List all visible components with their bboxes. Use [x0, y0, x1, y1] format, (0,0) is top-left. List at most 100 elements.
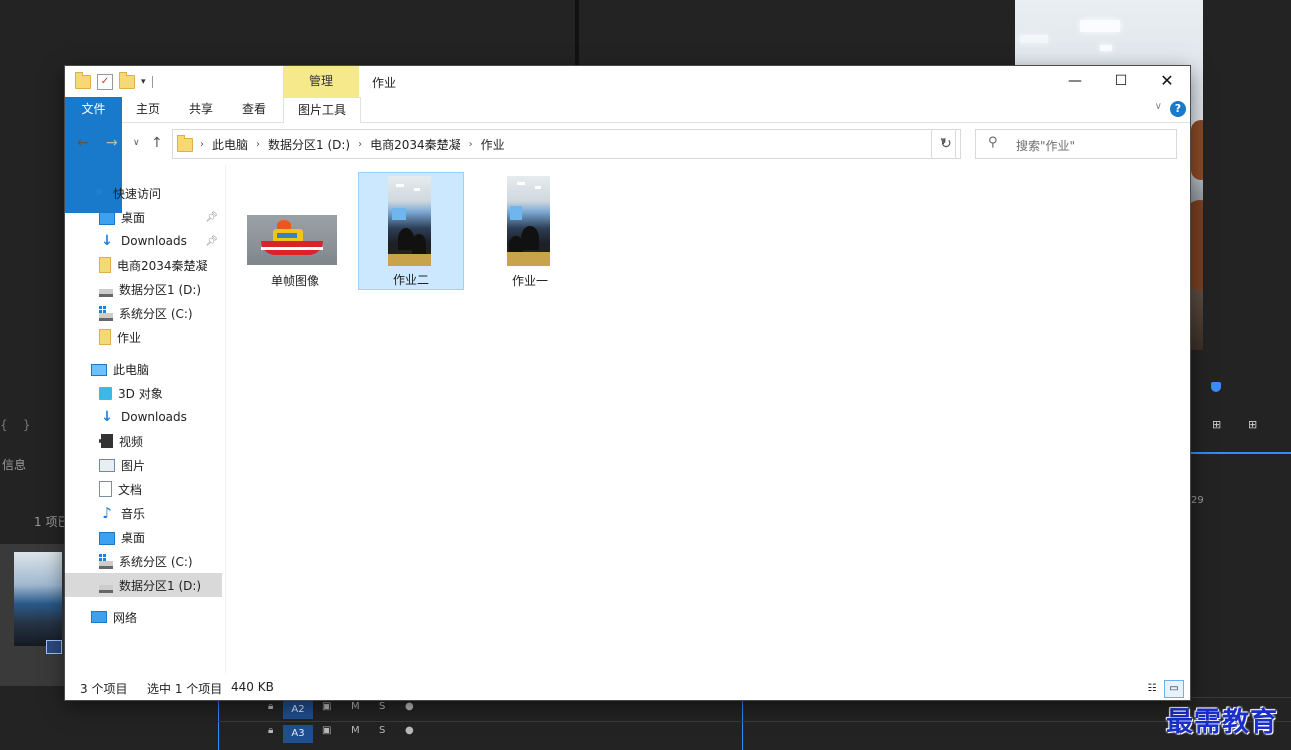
address-bar[interactable]: › 此电脑 › 数据分区1 (D:) › 电商2034秦楚凝 › 作业 ∨: [172, 129, 956, 159]
playhead-marker[interactable]: [1211, 382, 1221, 392]
project-clip-thumbnail[interactable]: [0, 544, 66, 686]
mic-icon[interactable]: ●: [405, 725, 414, 736]
forward-arrow-icon[interactable]: →: [106, 135, 118, 151]
mic-icon[interactable]: ●: [405, 701, 414, 712]
recent-locations-chevron-icon[interactable]: ∨: [133, 138, 140, 148]
computer-icon: [91, 363, 107, 376]
status-bar: 3 个项目 选中 1 个项目 440 KB ☷ ▭: [65, 673, 1190, 700]
breadcrumb-this-pc[interactable]: 此电脑: [205, 136, 255, 153]
quick-access-toolbar: ✓ ▾: [75, 72, 153, 90]
extract-icon[interactable]: ⊞: [1248, 418, 1268, 432]
sidebar-item-downloads[interactable]: ↓ Downloads 📌︎: [65, 229, 222, 253]
mute-button[interactable]: M: [351, 725, 360, 736]
sidebar-item-videos[interactable]: 视频: [65, 429, 222, 453]
sidebar-item-drive-d[interactable]: 数据分区1 (D:): [65, 277, 222, 301]
large-icons-view-icon[interactable]: ▭: [1164, 680, 1184, 698]
editor-brace-icons: { }: [0, 418, 31, 432]
sidebar-item-pc-drive-d[interactable]: 数据分区1 (D:): [65, 573, 222, 597]
file-name: 单帧图像: [270, 274, 319, 288]
item-count: 3 个项目: [80, 682, 128, 696]
properties-icon[interactable]: ✓: [97, 74, 113, 90]
tab-home[interactable]: 主页: [122, 97, 174, 121]
sidebar-item-homework[interactable]: 作业: [65, 325, 222, 349]
star-icon: ★: [93, 185, 105, 200]
refresh-button[interactable]: ↻: [931, 129, 961, 159]
download-icon: ↓: [101, 233, 113, 249]
sidebar-item-this-pc[interactable]: 此电脑: [65, 357, 248, 381]
folder-icon: [99, 329, 111, 345]
system-drive-icon: [99, 554, 113, 569]
file-name: 作业一: [511, 274, 548, 288]
folder-icon: [99, 257, 111, 273]
sidebar-item-pictures[interactable]: 图片: [65, 453, 222, 477]
sidebar-item-desktop[interactable]: 桌面 📌︎: [65, 205, 222, 229]
pin-icon[interactable]: 📌︎: [205, 212, 218, 223]
sidebar-item-user-folder[interactable]: 电商2034秦楚凝: [65, 253, 222, 277]
tab-share[interactable]: 共享: [175, 97, 227, 121]
up-arrow-icon[interactable]: ↑: [151, 135, 163, 151]
file-name: 作业二: [392, 273, 429, 287]
file-item-single-frame[interactable]: 单帧图像: [242, 173, 348, 291]
folder-icon: [75, 72, 91, 89]
manage-context-tab[interactable]: 管理: [283, 66, 359, 97]
3d-objects-icon: [99, 386, 112, 400]
desktop-icon: [99, 531, 115, 545]
breadcrumb: › 此电脑 › 数据分区1 (D:) › 电商2034秦楚凝 › 作业: [177, 134, 512, 153]
sidebar-item-3d-objects[interactable]: 3D 对象: [65, 381, 222, 405]
editor-panel-divider: [575, 0, 579, 66]
search-placeholder: 搜索"作业": [1016, 139, 1076, 153]
drive-icon: [99, 585, 113, 593]
breadcrumb-current-folder[interactable]: 作业: [474, 136, 512, 153]
minimize-button[interactable]: —: [1052, 66, 1098, 96]
music-icon: ♪: [102, 504, 112, 522]
desktop-icon: [99, 211, 115, 225]
file-explorer-window: ✓ ▾ 管理 作业 — ☐ ✕ 文件 主页 共享 查看 图片工具 ∨ ? ← →…: [65, 66, 1190, 700]
sidebar-item-pc-drive-c[interactable]: 系统分区 (C:): [65, 549, 222, 573]
sidebar-item-network[interactable]: 网络: [65, 605, 248, 629]
sidebar-item-quick-access[interactable]: ★ 快速访问: [65, 181, 248, 205]
customize-chevron-icon[interactable]: ▾: [141, 77, 146, 87]
sync-lock-icon[interactable]: ▣: [322, 701, 331, 712]
timeline-top-line: [1190, 452, 1291, 454]
details-view-icon[interactable]: ☷: [1142, 680, 1162, 698]
sync-lock-icon[interactable]: ▣: [322, 725, 331, 736]
info-panel-label: 信息: [2, 458, 27, 472]
breadcrumb-user-folder[interactable]: 电商2034秦楚凝: [363, 136, 468, 153]
expand-ribbon-icon[interactable]: ∨: [1155, 101, 1162, 112]
new-folder-icon[interactable]: [119, 72, 135, 89]
tab-view[interactable]: 查看: [228, 97, 280, 121]
file-item-homework-2[interactable]: 作业二: [358, 172, 464, 290]
video-icon: [99, 434, 113, 448]
title-bar[interactable]: ✓ ▾ 管理 作业 — ☐ ✕: [65, 66, 1190, 97]
track-a3[interactable]: 🔒︎ A3 ▣ M S ●: [218, 721, 1291, 744]
track-a2[interactable]: 🔒︎ A2 ▣ M S ●: [218, 697, 1291, 720]
pin-icon[interactable]: 📌︎: [205, 236, 218, 247]
track-a3-label[interactable]: A3: [283, 725, 313, 743]
maximize-button[interactable]: ☐: [1098, 66, 1144, 96]
sidebar-item-pc-desktop[interactable]: 桌面: [65, 525, 222, 549]
drive-icon: [99, 289, 113, 297]
lock-icon[interactable]: 🔒︎: [268, 725, 273, 736]
close-button[interactable]: ✕: [1144, 66, 1190, 96]
search-input[interactable]: ⚲ 搜索"作业": [975, 129, 1177, 159]
sidebar-item-music[interactable]: ♪ 音乐: [65, 501, 222, 525]
breadcrumb-drive-d[interactable]: 数据分区1 (D:): [261, 136, 357, 153]
sidebar-item-drive-c[interactable]: 系统分区 (C:): [65, 301, 222, 325]
track-a2-label[interactable]: A2: [283, 701, 313, 719]
tab-picture-tools[interactable]: 图片工具: [283, 97, 361, 123]
solo-button[interactable]: S: [379, 701, 385, 712]
file-item-homework-1[interactable]: 作业一: [477, 173, 583, 291]
toolbar-separator: [151, 76, 153, 88]
solo-button[interactable]: S: [379, 725, 385, 736]
help-button[interactable]: ?: [1170, 101, 1186, 117]
sidebar-item-documents[interactable]: 文档: [65, 477, 222, 501]
back-arrow-icon[interactable]: ←: [77, 135, 89, 151]
timecode-ruler-number: 29: [1191, 495, 1204, 506]
classroom-video-thumbnail: [388, 176, 431, 266]
lock-icon[interactable]: 🔒︎: [268, 701, 273, 712]
mute-button[interactable]: M: [351, 701, 360, 712]
selection-size: 440 KB: [231, 680, 274, 694]
sidebar-item-pc-downloads[interactable]: ↓ Downloads: [65, 405, 222, 429]
lift-icon[interactable]: ⊞: [1212, 418, 1232, 432]
download-icon: ↓: [101, 409, 113, 425]
